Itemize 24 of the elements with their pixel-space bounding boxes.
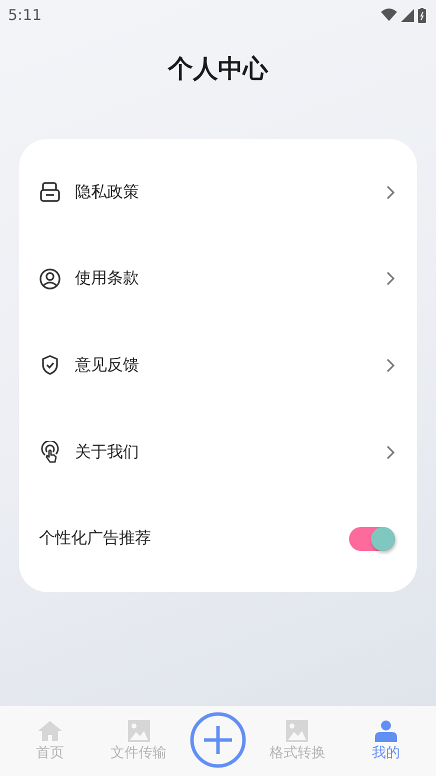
menu-item[interactable]: 关于我们 [75,442,386,463]
shield-icon [39,354,61,376]
home-icon [37,720,64,742]
user-icon [39,268,61,290]
menu-item[interactable]: 使用条款 [75,268,386,290]
chevron-right-icon[interactable] [386,184,395,200]
ad-toggle[interactable] [349,526,395,551]
image-icon [128,720,150,742]
image-icon [286,720,308,742]
wifi-icon [381,8,397,22]
signal-icon [401,8,414,22]
touch-icon [39,441,61,464]
chevron-right-icon[interactable] [386,358,395,373]
chevron-right-icon[interactable] [386,271,395,286]
setting-label: 个性化广告推荐 [39,528,152,550]
add-button[interactable] [190,712,246,768]
menu-item[interactable]: 意见反馈 [75,354,386,376]
chevron-right-icon[interactable] [386,444,395,460]
tray-icon [39,181,61,204]
status-time: 5:11 [8,6,42,24]
page-title: 个人中心 [168,53,268,85]
menu-item[interactable]: 隐私政策 [75,182,386,203]
battery-icon [418,8,426,22]
person-icon [374,720,398,742]
